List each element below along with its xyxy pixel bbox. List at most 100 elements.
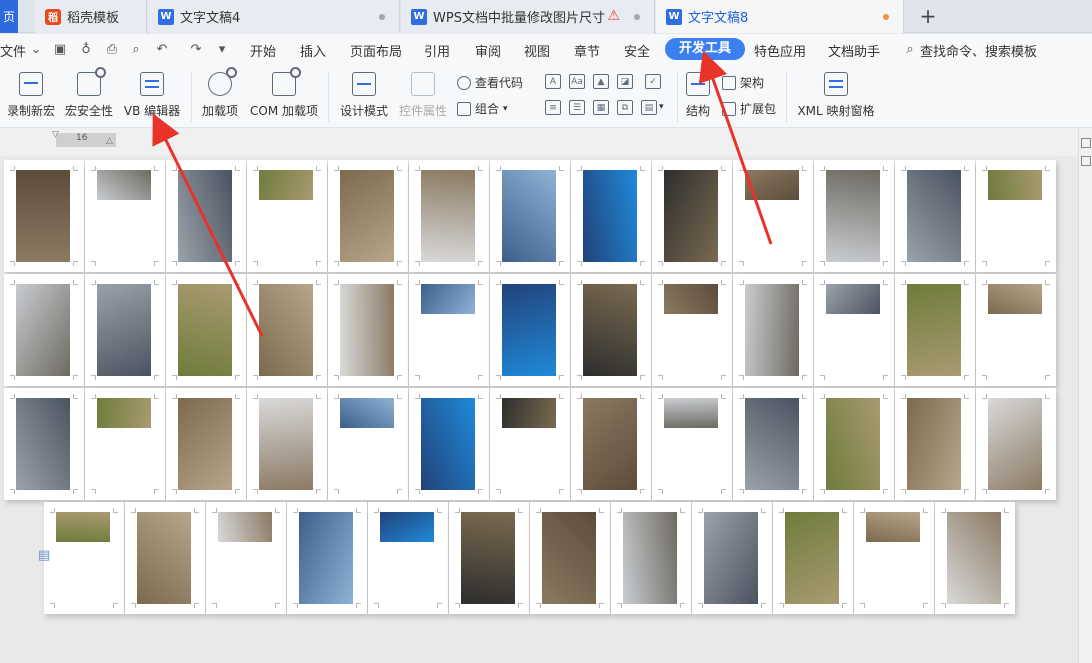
embedded-photo[interactable] xyxy=(583,170,637,262)
menu-chapter[interactable]: 章节 xyxy=(574,41,600,60)
embedded-photo[interactable] xyxy=(785,512,839,604)
page-thumbnail[interactable] xyxy=(490,160,570,272)
close-dot-icon[interactable] xyxy=(634,14,640,20)
page-thumbnail[interactable] xyxy=(733,388,813,500)
page-thumbnail[interactable] xyxy=(976,274,1056,386)
embedded-photo[interactable] xyxy=(826,398,880,490)
page-thumbnail[interactable] xyxy=(490,388,570,500)
page-thumbnail[interactable] xyxy=(652,160,732,272)
print-preview-icon[interactable]: ⌕ xyxy=(128,41,144,57)
addins-button[interactable]: 加载项 xyxy=(198,66,242,119)
page-thumbnail[interactable] xyxy=(935,502,1015,614)
page-thumbnail[interactable] xyxy=(652,274,732,386)
page-thumbnail[interactable] xyxy=(733,274,813,386)
chevron-down-icon[interactable]: ▾ xyxy=(659,102,664,112)
embedded-photo[interactable] xyxy=(745,398,799,490)
tab-daoke[interactable]: 稻 稻壳模板 xyxy=(35,0,147,33)
page-thumbnail[interactable] xyxy=(895,388,975,500)
embedded-photo[interactable] xyxy=(340,398,394,428)
embedded-photo[interactable] xyxy=(340,170,394,262)
page-thumbnail[interactable] xyxy=(287,502,367,614)
embedded-photo[interactable] xyxy=(178,284,232,376)
vb-editor-button[interactable]: VB 编辑器 xyxy=(120,66,184,119)
embedded-photo[interactable] xyxy=(907,170,961,262)
page-thumbnail[interactable] xyxy=(976,160,1056,272)
print-icon[interactable]: ⎙ xyxy=(104,41,120,57)
embedded-photo[interactable] xyxy=(137,512,191,604)
page-thumbnail[interactable] xyxy=(611,502,691,614)
page-thumbnail[interactable] xyxy=(166,388,246,500)
page-thumbnail[interactable] xyxy=(854,502,934,614)
embedded-photo[interactable] xyxy=(826,284,880,314)
embedded-photo[interactable] xyxy=(583,284,637,376)
expansion-pack-button[interactable]: 扩展包 xyxy=(722,100,776,117)
page-thumbnail[interactable] xyxy=(247,388,327,500)
page-thumbnail[interactable] xyxy=(44,502,124,614)
embedded-photo[interactable] xyxy=(461,512,515,604)
new-tab-plus-icon[interactable]: + xyxy=(916,4,940,28)
page-thumbnail[interactable] xyxy=(166,160,246,272)
embedded-photo[interactable] xyxy=(16,170,70,262)
page-thumbnail[interactable] xyxy=(976,388,1056,500)
embedded-photo[interactable] xyxy=(16,398,70,490)
embedded-photo[interactable] xyxy=(907,398,961,490)
picture-control-icon[interactable]: ▲ xyxy=(593,74,609,89)
design-mode-button[interactable]: 设计模式 xyxy=(338,66,390,119)
menu-file[interactable]: 文件 xyxy=(0,41,26,60)
page-thumbnail[interactable] xyxy=(4,160,84,272)
tab-batch-resize[interactable]: W WPS文档中批量修改图片尺寸 ⚠ xyxy=(401,0,655,33)
page-thumbnail[interactable] xyxy=(773,502,853,614)
indent-marker-icon[interactable]: ▽ xyxy=(52,130,59,140)
page-thumbnail[interactable] xyxy=(490,274,570,386)
page-thumbnail[interactable] xyxy=(206,502,286,614)
embedded-photo[interactable] xyxy=(502,284,556,376)
embedded-photo[interactable] xyxy=(380,512,434,542)
text-control-icon[interactable]: A xyxy=(545,74,561,89)
page-thumbnail[interactable] xyxy=(328,388,408,500)
page-thumbnail[interactable] xyxy=(571,274,651,386)
page-thumbnail[interactable] xyxy=(166,274,246,386)
embedded-photo[interactable] xyxy=(623,512,677,604)
embedded-photo[interactable] xyxy=(988,284,1042,314)
page-thumbnail[interactable] xyxy=(571,160,651,272)
menu-review[interactable]: 审阅 xyxy=(475,41,501,60)
unsaved-dot-icon[interactable] xyxy=(883,14,889,20)
group-button[interactable]: 组合 ▾ xyxy=(457,100,508,117)
embedded-photo[interactable] xyxy=(178,398,232,490)
embedded-photo[interactable] xyxy=(826,170,880,262)
scroll-up-icon[interactable] xyxy=(1081,138,1091,148)
embedded-photo[interactable] xyxy=(299,512,353,604)
embedded-photo[interactable] xyxy=(664,398,718,428)
embedded-photo[interactable] xyxy=(745,170,799,200)
embedded-photo[interactable] xyxy=(259,398,313,490)
close-dot-icon[interactable] xyxy=(379,14,385,20)
embedded-photo[interactable] xyxy=(16,284,70,376)
schema-button[interactable]: 架构 xyxy=(722,74,764,91)
control-properties-button[interactable]: 控件属性 xyxy=(397,66,449,119)
embedded-photo[interactable] xyxy=(866,512,920,542)
page-thumbnail[interactable] xyxy=(530,502,610,614)
page-thumbnail[interactable] xyxy=(368,502,448,614)
tab-doc8[interactable]: W 文字文稿8 xyxy=(656,0,904,33)
page-thumbnail[interactable] xyxy=(85,274,165,386)
embedded-photo[interactable] xyxy=(988,170,1042,200)
embedded-photo[interactable] xyxy=(259,284,313,376)
page-thumbnail[interactable] xyxy=(125,502,205,614)
format-painter-icon[interactable]: ♁ xyxy=(78,41,94,57)
horizontal-ruler[interactable]: 16 ▽ △ xyxy=(0,128,1078,156)
save-icon[interactable]: ▣ xyxy=(52,41,68,57)
embedded-photo[interactable] xyxy=(340,284,394,376)
menu-insert[interactable]: 插入 xyxy=(300,41,326,60)
embedded-photo[interactable] xyxy=(421,284,475,314)
page-thumbnail[interactable] xyxy=(895,274,975,386)
tab-home-edge[interactable]: 页 xyxy=(0,0,18,33)
page-thumbnail[interactable] xyxy=(571,388,651,500)
page-thumbnail[interactable] xyxy=(652,388,732,500)
page-thumbnail[interactable] xyxy=(328,160,408,272)
embedded-photo[interactable] xyxy=(218,512,272,542)
view-code-button[interactable]: 查看代码 xyxy=(457,74,523,91)
page-thumbnail[interactable] xyxy=(733,160,813,272)
dropdown-list-control-icon[interactable]: ☰ xyxy=(569,100,585,115)
search-commands[interactable]: 查找命令、搜索模板 xyxy=(920,41,1037,60)
embedded-photo[interactable] xyxy=(421,170,475,262)
